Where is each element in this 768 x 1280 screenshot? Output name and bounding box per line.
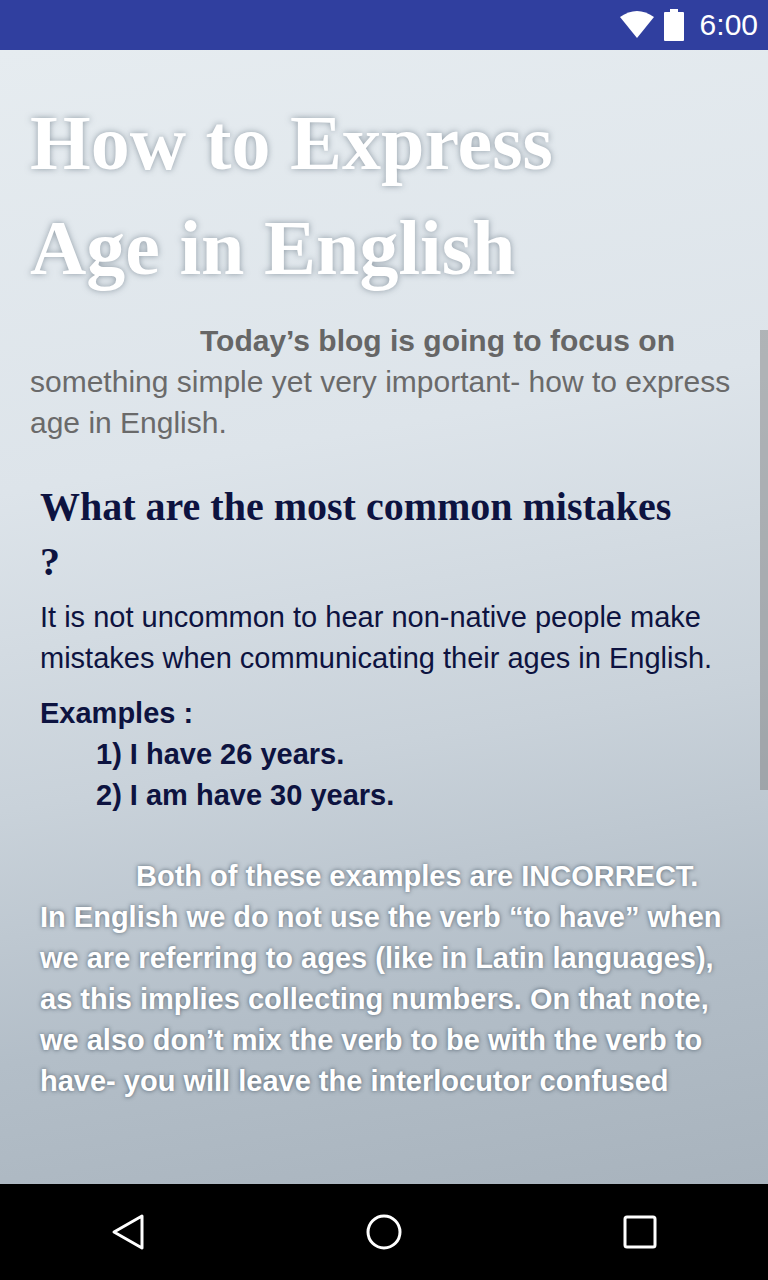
example-item: 1) I have 26 years. bbox=[40, 734, 728, 775]
clock: 6:00 bbox=[700, 8, 758, 42]
battery-icon bbox=[664, 9, 684, 41]
recents-icon bbox=[623, 1215, 657, 1249]
back-button[interactable] bbox=[100, 1203, 156, 1261]
article-section: What are the most common mistakes ?It is… bbox=[0, 479, 768, 1102]
intro-paragraph: Today’s blog is going to focus on someth… bbox=[0, 320, 768, 443]
examples-label: Examples : bbox=[40, 693, 728, 734]
section-paragraph: It is not uncommon to hear non-native pe… bbox=[40, 597, 728, 679]
article-title: How to Express Age in English bbox=[0, 90, 680, 300]
status-bar: 6:00 bbox=[0, 0, 768, 50]
navigation-bar bbox=[0, 1184, 768, 1280]
phone-screen: 6:00 How to Express Age in English Today’s… bbox=[0, 0, 768, 1280]
home-icon bbox=[365, 1213, 403, 1251]
intro-lead: Today’s blog is going to focus on bbox=[200, 324, 675, 357]
section-heading: What are the most common mistakes ? bbox=[40, 479, 680, 589]
explanation-paragraph: Both of these examples are INCORRECT. In… bbox=[40, 856, 728, 1102]
scrollbar[interactable] bbox=[760, 330, 768, 790]
home-button[interactable] bbox=[355, 1203, 413, 1261]
example-item: 2) I am have 30 years. bbox=[40, 775, 728, 816]
article-view[interactable]: How to Express Age in English Today’s blo… bbox=[0, 50, 768, 1184]
back-icon bbox=[110, 1213, 146, 1251]
recents-button[interactable] bbox=[613, 1205, 667, 1259]
wifi-icon bbox=[620, 11, 654, 39]
